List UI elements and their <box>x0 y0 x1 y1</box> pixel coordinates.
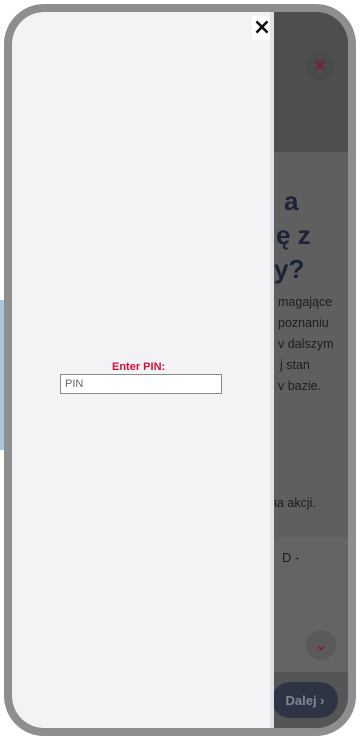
background-expand-button[interactable]: ⌄ <box>306 630 336 660</box>
background-text: na akcji. <box>270 496 316 510</box>
background-card-text: D - <box>282 550 300 565</box>
close-icon: ✕ <box>313 58 327 75</box>
background-paragraph: magające poznaniu v dalszym j stan v baz… <box>268 292 348 397</box>
close-icon[interactable]: × <box>252 16 272 40</box>
panel-edge <box>270 12 274 728</box>
paragraph-line: v dalszym <box>278 337 334 351</box>
paragraph-line: magające <box>278 295 333 309</box>
paragraph-line: j stan <box>280 358 310 372</box>
pin-input[interactable] <box>60 374 222 394</box>
paragraph-line: v bazie. <box>278 379 322 393</box>
next-button[interactable]: Dalej › <box>272 682 338 718</box>
pin-label: Enter PIN: <box>112 361 166 373</box>
chevron-down-icon: ⌄ <box>315 636 327 653</box>
screen: ✕ a ę z y? magające poznaniu v dalszym j… <box>12 12 348 728</box>
paragraph-line: poznaniu <box>278 316 329 330</box>
background-close-button[interactable]: ✕ <box>306 52 334 80</box>
pin-dialog: × Enter PIN: <box>12 12 272 728</box>
phone-frame: ✕ a ę z y? magające poznaniu v dalszym j… <box>4 4 356 736</box>
